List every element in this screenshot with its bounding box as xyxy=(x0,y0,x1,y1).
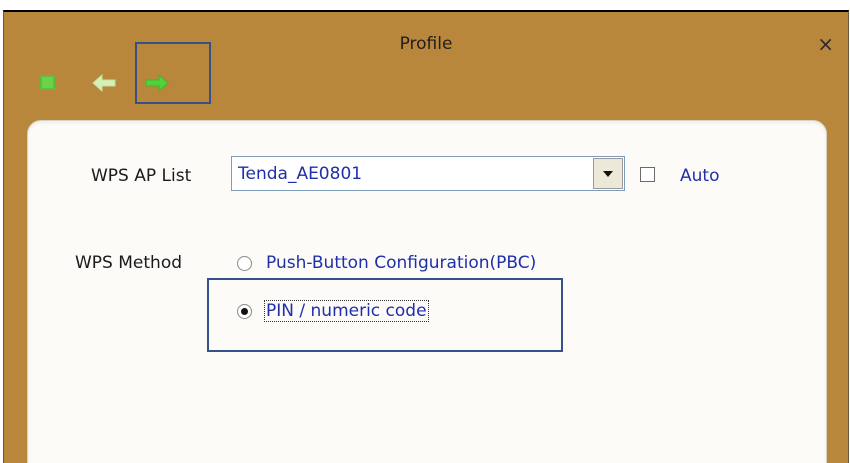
wps-ap-list-select[interactable]: Tenda_AE0801 xyxy=(231,156,625,191)
chevron-down-icon[interactable] xyxy=(593,158,623,189)
wps-ap-list-label: WPS AP List xyxy=(91,166,192,186)
window-title: Profile xyxy=(399,34,453,54)
pin-radio[interactable] xyxy=(237,304,252,319)
profile-window: Profile × xyxy=(3,10,849,463)
wps-method-label: WPS Method xyxy=(75,253,183,273)
arrow-left-icon[interactable] xyxy=(91,73,117,93)
arrow-right-icon[interactable] xyxy=(144,73,170,93)
auto-label[interactable]: Auto xyxy=(680,166,719,186)
radio-selected-dot xyxy=(241,308,248,315)
stop-square-icon[interactable] xyxy=(40,75,55,90)
auto-checkbox[interactable] xyxy=(640,167,655,182)
pin-option-label[interactable]: PIN / numeric code xyxy=(264,300,429,322)
close-icon[interactable]: × xyxy=(817,32,834,56)
pbc-radio[interactable] xyxy=(237,256,252,271)
pbc-option-label[interactable]: Push-Button Configuration(PBC) xyxy=(266,253,536,273)
wps-ap-list-value: Tenda_AE0801 xyxy=(238,164,363,184)
screenshot-stage: Profile × WPS AP List Tenda_AE0801 Auto … xyxy=(0,0,850,463)
